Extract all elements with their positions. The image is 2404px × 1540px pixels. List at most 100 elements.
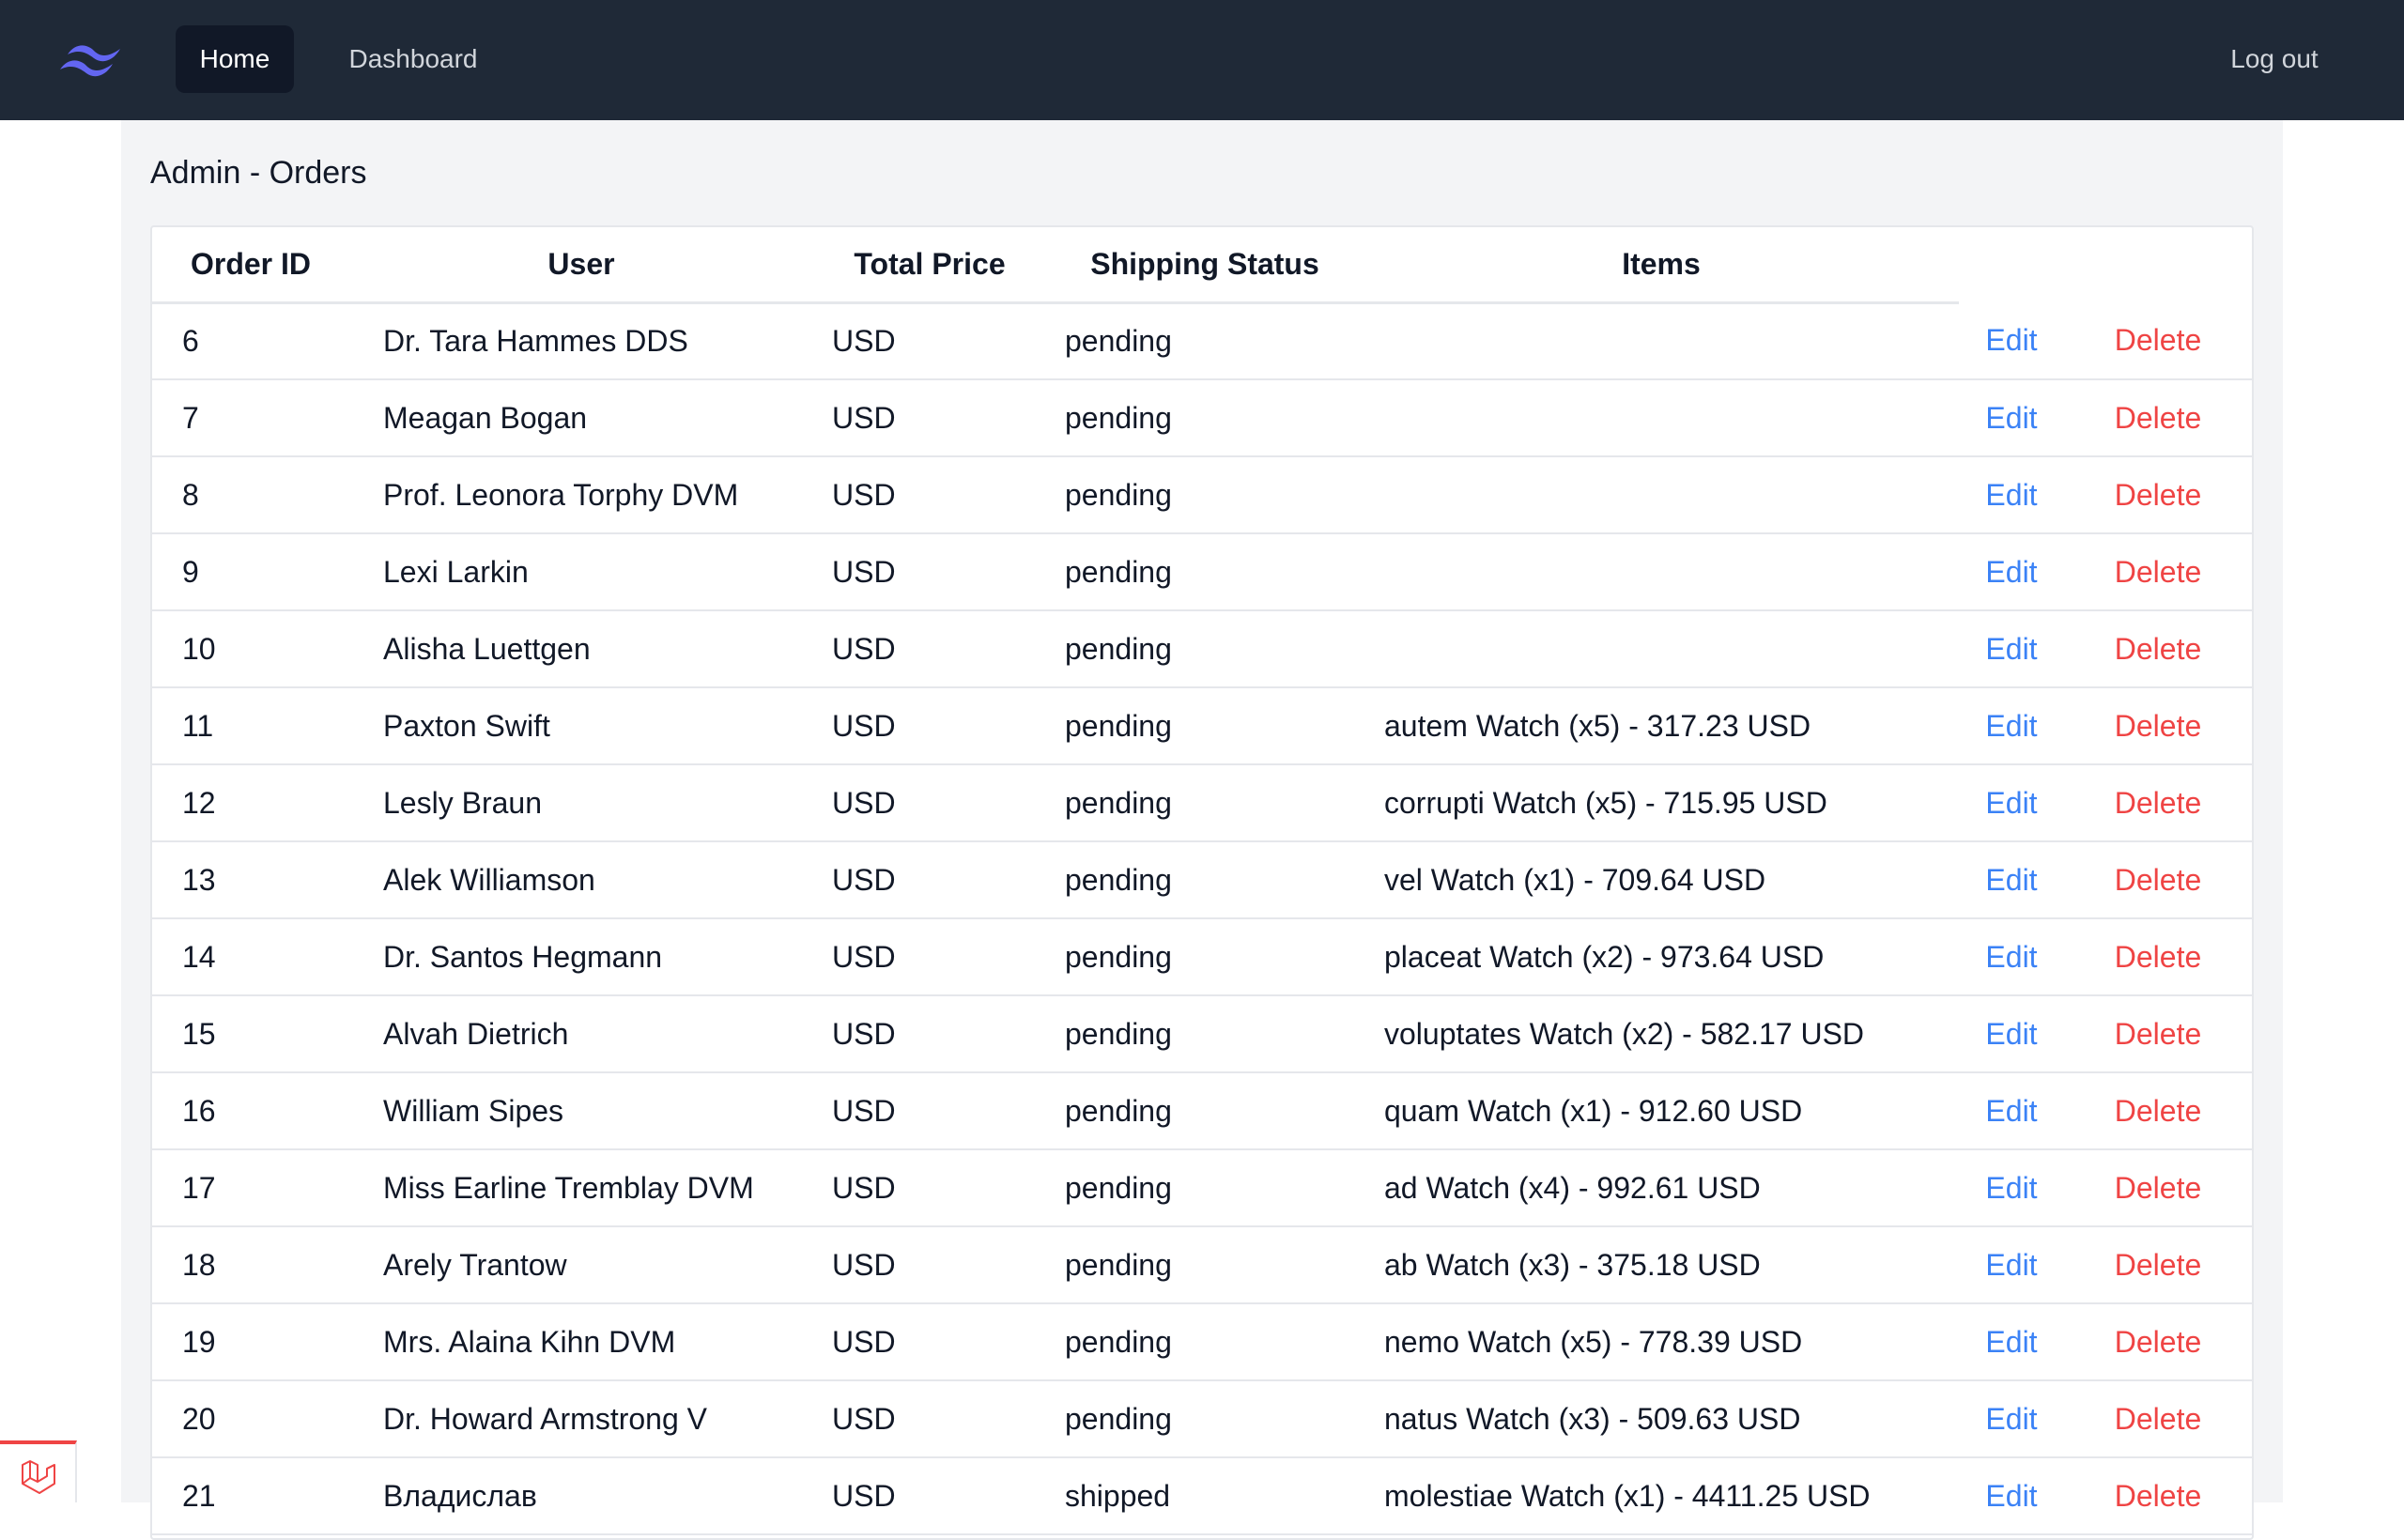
shipping-status-cell: pending: [1046, 995, 1364, 1073]
items-cell: placeat Watch (x2) - 973.64 USD: [1364, 918, 1959, 996]
order-id-cell: 6: [152, 302, 349, 380]
laravel-logo-icon: [22, 1460, 55, 1494]
user-cell: Meagan Bogan: [349, 379, 813, 457]
table-row: 9 Lexi Larkin USD pending Edit Delete: [152, 533, 2252, 611]
items-cell: ab Watch (x3) - 375.18 USD: [1364, 1226, 1959, 1304]
user-cell: Alisha Luettgen: [349, 610, 813, 688]
edit-link[interactable]: Edit: [1985, 478, 2037, 512]
items-cell: quam Watch (x1) - 912.60 USD: [1364, 1072, 1959, 1150]
edit-link[interactable]: Edit: [1985, 555, 2037, 589]
edit-link[interactable]: Edit: [1985, 323, 2037, 357]
total-price-cell: USD: [813, 1303, 1046, 1381]
edit-link[interactable]: Edit: [1985, 1094, 2037, 1128]
table-header-row: Order ID User Total Price Shipping Statu…: [152, 227, 2252, 304]
edit-link[interactable]: Edit: [1985, 1017, 2037, 1051]
edit-link[interactable]: Edit: [1985, 1479, 2037, 1513]
order-id-cell: 7: [152, 379, 349, 457]
delete-link[interactable]: Delete: [2115, 1325, 2202, 1359]
nav-home-link[interactable]: Home: [176, 25, 294, 93]
shipping-status-cell: pending: [1046, 302, 1364, 380]
edit-link[interactable]: Edit: [1985, 709, 2037, 743]
edit-link[interactable]: Edit: [1985, 401, 2037, 435]
shipping-status-cell: pending: [1046, 379, 1364, 457]
table-row: 17 Miss Earline Tremblay DVM USD pending…: [152, 1149, 2252, 1227]
shipping-status-cell: pending: [1046, 687, 1364, 765]
delete-link[interactable]: Delete: [2115, 1248, 2202, 1282]
delete-link[interactable]: Delete: [2115, 1094, 2202, 1128]
delete-link[interactable]: Delete: [2115, 1017, 2202, 1051]
order-id-cell: 8: [152, 456, 349, 534]
edit-link[interactable]: Edit: [1985, 1171, 2037, 1205]
header-edit-spacer: [1959, 227, 2064, 302]
user-cell: Lesly Braun: [349, 764, 813, 842]
edit-link[interactable]: Edit: [1985, 940, 2037, 974]
edit-link[interactable]: Edit: [1985, 1402, 2037, 1436]
delete-link[interactable]: Delete: [2115, 863, 2202, 897]
header-shipping-status: Shipping Status: [1046, 227, 1364, 304]
table-row: 13 Alek Williamson USD pending vel Watch…: [152, 841, 2252, 919]
total-price-cell: USD: [813, 1380, 1046, 1458]
table-row: 19 Mrs. Alaina Kihn DVM USD pending nemo…: [152, 1303, 2252, 1381]
table-row: 10 Alisha Luettgen USD pending Edit Dele…: [152, 610, 2252, 688]
delete-link[interactable]: Delete: [2115, 940, 2202, 974]
user-cell: Lexi Larkin: [349, 533, 813, 611]
page-title: Admin - Orders: [150, 155, 367, 191]
delete-link[interactable]: Delete: [2115, 709, 2202, 743]
delete-link[interactable]: Delete: [2115, 786, 2202, 820]
edit-link[interactable]: Edit: [1985, 1325, 2037, 1359]
total-price-cell: USD: [813, 764, 1046, 842]
user-cell: Alvah Dietrich: [349, 995, 813, 1073]
items-cell: ad Watch (x4) - 992.61 USD: [1364, 1149, 1959, 1227]
user-cell: Arely Trantow: [349, 1226, 813, 1304]
delete-link[interactable]: Delete: [2115, 401, 2202, 435]
nav-dashboard-link[interactable]: Dashboard: [324, 25, 502, 93]
user-cell: Dr. Tara Hammes DDS: [349, 302, 813, 380]
shipping-status-cell: pending: [1046, 1380, 1364, 1458]
order-id-cell: 11: [152, 687, 349, 765]
items-cell: [1364, 610, 1959, 688]
total-price-cell: USD: [813, 1072, 1046, 1150]
total-price-cell: USD: [813, 456, 1046, 534]
total-price-cell: USD: [813, 841, 1046, 919]
table-row: 18 Arely Trantow USD pending ab Watch (x…: [152, 1226, 2252, 1304]
edit-link[interactable]: Edit: [1985, 1248, 2037, 1282]
shipping-status-cell: pending: [1046, 456, 1364, 534]
tailwind-logo-icon[interactable]: [58, 38, 130, 83]
header-total-price: Total Price: [813, 227, 1046, 304]
orders-table: Order ID User Total Price Shipping Statu…: [152, 227, 2252, 1535]
delete-link[interactable]: Delete: [2115, 1171, 2202, 1205]
user-cell: Paxton Swift: [349, 687, 813, 765]
table-row: 6 Dr. Tara Hammes DDS USD pending Edit D…: [152, 302, 2252, 380]
total-price-cell: USD: [813, 918, 1046, 996]
delete-link[interactable]: Delete: [2115, 478, 2202, 512]
order-id-cell: 16: [152, 1072, 349, 1150]
order-id-cell: 14: [152, 918, 349, 996]
delete-link[interactable]: Delete: [2115, 1402, 2202, 1436]
total-price-cell: USD: [813, 1457, 1046, 1535]
order-id-cell: 20: [152, 1380, 349, 1458]
shipping-status-cell: pending: [1046, 610, 1364, 688]
total-price-cell: USD: [813, 379, 1046, 457]
delete-link[interactable]: Delete: [2115, 555, 2202, 589]
logout-link[interactable]: Log out: [2209, 25, 2340, 93]
delete-link[interactable]: Delete: [2115, 632, 2202, 666]
order-id-cell: 18: [152, 1226, 349, 1304]
order-id-cell: 21: [152, 1457, 349, 1535]
items-cell: natus Watch (x3) - 509.63 USD: [1364, 1380, 1959, 1458]
table-row: 20 Dr. Howard Armstrong V USD pending na…: [152, 1380, 2252, 1458]
edit-link[interactable]: Edit: [1985, 786, 2037, 820]
user-cell: William Sipes: [349, 1072, 813, 1150]
table-row: 14 Dr. Santos Hegmann USD pending placea…: [152, 918, 2252, 996]
delete-link[interactable]: Delete: [2115, 323, 2202, 357]
items-cell: vel Watch (x1) - 709.64 USD: [1364, 841, 1959, 919]
edit-link[interactable]: Edit: [1985, 632, 2037, 666]
order-id-cell: 9: [152, 533, 349, 611]
items-cell: [1364, 456, 1959, 534]
laravel-badge[interactable]: [0, 1440, 77, 1502]
edit-link[interactable]: Edit: [1985, 863, 2037, 897]
items-cell: [1364, 302, 1959, 380]
table-row: 8 Prof. Leonora Torphy DVM USD pending E…: [152, 456, 2252, 534]
delete-link[interactable]: Delete: [2115, 1479, 2202, 1513]
items-cell: [1364, 533, 1959, 611]
order-id-cell: 12: [152, 764, 349, 842]
